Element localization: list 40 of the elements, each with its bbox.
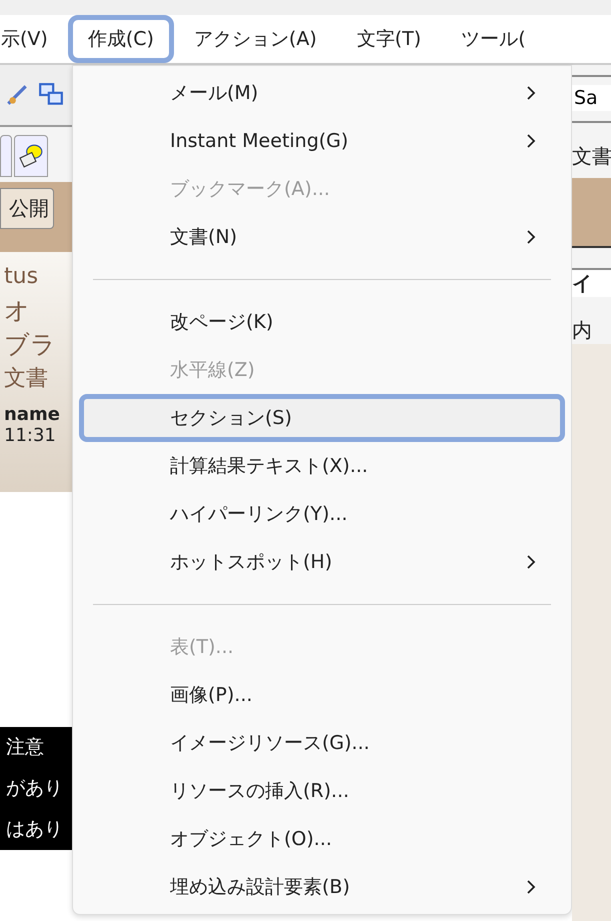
menu-bar-item[interactable]: アクション(A) [174,15,337,63]
header-text: イ [572,268,611,297]
notice-text: があり [6,776,64,801]
menu-item[interactable]: 計算結果テキスト(X)... [79,442,565,490]
chevron-right-icon [526,554,536,570]
header-text: 文書 [4,365,49,393]
publish-button[interactable]: 公開 [0,188,54,229]
header-text: ブラ [4,329,57,361]
menu-bar-item[interactable]: 示(V) [0,15,68,63]
font-field[interactable]: Sa [572,85,611,111]
menu-item[interactable]: Instant Meeting(G) [79,117,565,165]
menu-item[interactable]: ハイパーリンク(Y)... [79,490,565,538]
notice-text: 注意 [6,735,45,760]
header-banner [572,178,611,248]
chevron-right-icon [526,85,536,101]
notice-text: はあり [6,817,64,842]
header-text: 内 [572,317,593,344]
menu-item[interactable]: リソースの挿入(R)... [79,766,565,815]
copy-icon[interactable] [38,82,64,108]
menu-item[interactable]: 改ページ(K) [79,298,565,346]
timestamp: 11:31 [4,425,57,446]
menu-item[interactable]: ホットスポット(H) [79,538,565,586]
eraser-icon [18,143,44,169]
menu-item[interactable]: オブジェクト(O)... [79,814,565,863]
menu-item[interactable]: イメージリソース(G)... [79,718,565,767]
menu-item[interactable]: 文書(N) [79,213,565,261]
chevron-right-icon [526,133,536,149]
tab[interactable] [14,135,48,177]
menu-bar-item[interactable]: ツール( [441,15,546,63]
menu-item[interactable]: 埋め込み設計要素(B) [79,862,565,911]
chevron-right-icon [526,229,536,245]
menu-item[interactable]: メール(M) [79,69,565,117]
header-text: tus [4,263,40,291]
author-name: name [4,404,61,425]
chevron-right-icon [526,878,536,895]
header-text: オ [4,295,31,327]
tab-label: 文書 [572,143,611,170]
menu-item[interactable]: セクション(S) [79,394,565,442]
menu-item[interactable]: 画像(P)... [79,670,565,719]
menu-bar-item[interactable]: 文字(T) [336,15,442,63]
